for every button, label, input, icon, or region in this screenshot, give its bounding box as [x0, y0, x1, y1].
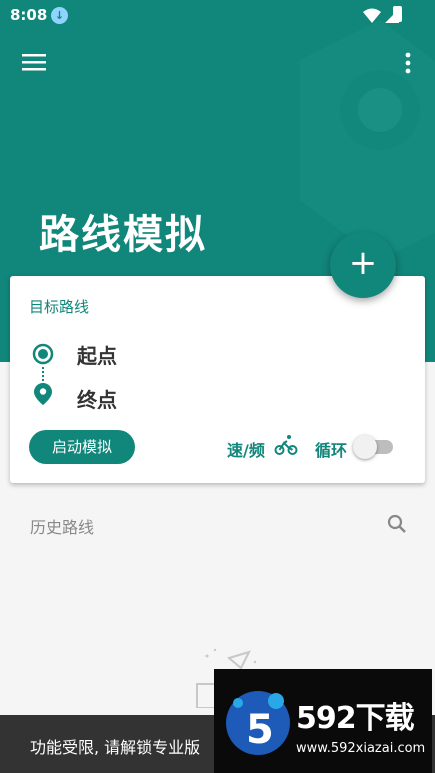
page-title: 路线模拟: [39, 212, 207, 258]
route-connector: [42, 367, 44, 381]
watermark-brand: 592下载: [296, 701, 415, 736]
card-title: 目标路线: [29, 298, 90, 316]
menu-icon[interactable]: [22, 52, 46, 72]
bicycle-icon[interactable]: [274, 433, 298, 457]
snackbar-message: 功能受限, 请解锁专业版: [30, 738, 201, 757]
start-point-icon: [32, 343, 54, 365]
start-point-field[interactable]: 起点: [77, 340, 117, 369]
history-title: 历史路线: [30, 518, 95, 537]
loop-toggle[interactable]: [353, 434, 395, 460]
status-time: 8:08: [10, 6, 48, 24]
svg-text:5: 5: [246, 707, 274, 753]
add-route-button[interactable]: +: [330, 232, 396, 298]
search-icon[interactable]: [386, 513, 408, 535]
route-card: 目标路线 起点 终点 启动模拟 速/频 循环: [10, 276, 425, 483]
end-point-pin-icon: [34, 383, 52, 405]
status-bar: 8:08 ↓: [0, 0, 435, 30]
end-point-field[interactable]: 终点: [77, 384, 117, 413]
watermark-url: www.592xiazai.com: [296, 741, 426, 756]
download-icon: ↓: [51, 7, 68, 24]
loop-label: 循环: [315, 441, 348, 460]
start-simulation-button[interactable]: 启动模拟: [29, 430, 135, 464]
battery-charging-icon: [393, 6, 402, 22]
speed-frequency-label[interactable]: 速/频: [227, 437, 265, 461]
watermark-overlay: 5 592下载 www.592xiazai.com: [214, 669, 432, 773]
more-vert-icon[interactable]: [398, 50, 418, 76]
watermark-logo-icon: 5: [226, 691, 290, 755]
loop-toggle-thumb: [353, 435, 377, 459]
